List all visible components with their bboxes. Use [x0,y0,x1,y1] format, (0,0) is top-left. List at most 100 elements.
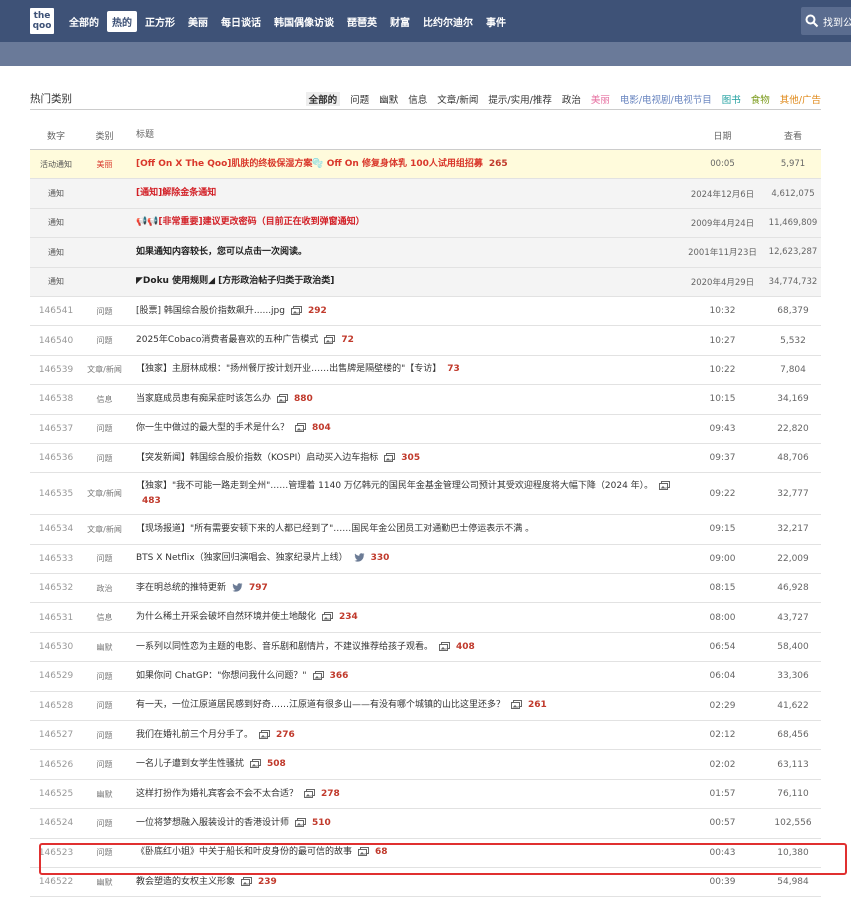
table-row[interactable]: 146524 问题 一位将梦想融入服装设计的香港设计师 510 00:57 102,556 [30,809,821,839]
header-category: 类别 [95,132,114,142]
search-box[interactable]: 找到公 [801,7,851,35]
table-row[interactable]: 146527 问题 我们在婚礼前三个月分手了。 276 02:12 68,456 [30,721,821,751]
comment-count[interactable]: 276 [276,730,295,740]
comment-count[interactable]: 72 [341,335,354,345]
post-views: 76,110 [777,789,809,799]
nav-item[interactable]: 韩国偶像访谈 [269,11,339,32]
nav-item[interactable]: 美丽 [183,11,213,32]
table-row[interactable]: 146526 问题 一名儿子遭到女学生性骚扰 508 02:02 63,113 [30,750,821,780]
post-views: 32,217 [777,524,809,535]
notice-row[interactable]: 通知 📢📢[非常重要]建议更改密码（目前正在收到弹窗通知） 2009年4月24日 11… [30,208,821,239]
comment-count[interactable]: 239 [258,877,277,887]
table-row[interactable]: 146535 文章/新闻 【独家】"我不可能一路走到全州"……管理着 1140 万亿… [30,473,821,516]
nav-item[interactable]: 热的 [107,10,137,32]
category-tab[interactable]: 美丽 [591,92,610,106]
comment-count[interactable]: 880 [294,394,313,404]
post-title-link[interactable]: 2025年Cobaco消费者最喜欢的五种广告模式 [136,335,318,345]
category-tab[interactable]: 图书 [722,92,741,106]
table-row[interactable]: 146540 问题 2025年Cobaco消费者最喜欢的五种广告模式 72 10:27 5… [30,326,821,356]
post-title-link[interactable]: 李在明总统的推特更新 [136,583,226,593]
comment-count[interactable]: 73 [447,364,460,374]
post-number: 146523 [38,847,74,858]
post-title-cell: 教会塑造的女权主义形象 239 [136,868,686,896]
nav-item[interactable]: 正方形 [140,11,180,32]
table-row[interactable]: 146534 文章/新闻 【现场报道】"所有需要安顿下来的人都已经到了"……国民年金… [30,515,821,545]
post-title-link[interactable]: 《卧底红小姐》中关于船长和叶皮身份的最可信的故事 [136,847,352,857]
comment-count[interactable]: 804 [312,423,331,433]
table-row[interactable]: 146529 问题 如果你问 ChatGP："你想问我什么问题？" 366 06:04 3… [30,662,821,692]
comment-count[interactable]: 305 [401,453,420,463]
post-title-link[interactable]: 为什么稀土开采会破坏自然环境并使土地酸化 [136,612,316,622]
notice-row[interactable]: 通知 [通知]解除金条通知 2024年12月6日 4,612,075 [30,179,821,209]
nav-item[interactable]: 比约尔迪尔 [418,11,478,32]
comment-count[interactable]: 292 [308,306,327,316]
category-tab[interactable]: 文章/新闻 [437,92,478,106]
table-row[interactable]: 146537 问题 你一生中做过的最大型的手术是什么？ 804 09:43 22,820 [30,415,821,444]
comment-count[interactable]: 797 [249,583,268,593]
table-row[interactable]: 146531 信息 为什么稀土开采会破坏自然环境并使土地酸化 234 08:00 43,7… [30,603,821,633]
post-title-link[interactable]: 一名儿子遭到女学生性骚扰 [136,759,244,769]
table-row[interactable]: 146528 问题 有一天，一位江原道居民感到好奇……江原道有很多山——有没有哪个城… [30,692,821,722]
post-title-link[interactable]: 【现场报道】"所有需要安顿下来的人都已经到了"……国民年金公团员工对通勤巴士停运… [136,524,534,534]
nav-item[interactable]: 每日谈话 [216,11,266,32]
category-tab[interactable]: 电影/电视剧/电视节目 [620,92,712,106]
table-row[interactable]: 146539 文章/新闻 【独家】主厨林成根："扬州餐厅按计划开业……出售牌是隔壁楼… [30,356,821,386]
post-title-link[interactable]: 当家庭成员患有痴呆症时该怎么办 [136,394,271,404]
notice-row[interactable]: 活动通知 美丽 [Off On X The Qoo]肌肤的终极保湿方案🫧 Off O… [30,150,821,180]
post-title-link[interactable]: [Off On X The Qoo]肌肤的终极保湿方案🫧 Off On 修复身体… [136,157,483,172]
post-title-link[interactable]: 这样打扮作为婚礼宾客会不会不太合适？ [136,789,298,799]
post-title-link[interactable]: 如果你问 ChatGP："你想问我什么问题？" [136,671,307,681]
post-title-link[interactable]: 教会塑造的女权主义形象 [136,877,235,887]
comment-count[interactable]: 408 [456,642,475,652]
notice-row[interactable]: 通知 ◤Doku 使用规则◢ [方形政治帖子归类于政治类] 2020年4月29日 34… [30,267,821,297]
post-title-link[interactable]: [通知]解除金条通知 [136,186,216,201]
table-row[interactable]: 146533 问题 BTS X Netflix（独家回归演唱会、独家纪录片上线） 33… [30,545,821,575]
comment-count[interactable]: 483 [142,496,161,506]
post-title-link[interactable]: BTS X Netflix（独家回归演唱会、独家纪录片上线） [136,553,348,563]
nav-item[interactable]: 琵琶英 [342,11,382,32]
table-row[interactable]: 146532 政治 李在明总统的推特更新 797 08:15 46,928 [30,574,821,604]
post-title-link[interactable]: [股票] 韩国综合股价指数飙升......jpg [136,306,285,316]
post-title-link[interactable]: 一系列以同性恋为主题的电影、音乐剧和剧情片，不建议推荐给孩子观看。 [136,642,433,652]
notice-row[interactable]: 通知 如果通知内容较长，您可以点击一次阅读。 2001年11月23日 12,623,2… [30,238,821,268]
comment-count[interactable]: 366 [330,671,349,681]
category-tab[interactable]: 政治 [562,92,581,106]
table-row[interactable]: 146522 幽默 教会塑造的女权主义形象 239 00:39 54,984 [30,868,821,898]
category-tab[interactable]: 幽默 [379,92,398,106]
comment-count[interactable]: 330 [371,553,390,563]
nav-item[interactable]: 全部的 [64,11,104,32]
comment-count[interactable]: 68 [375,847,388,857]
site-logo[interactable]: the qoo [30,8,54,34]
post-title-link[interactable]: 你一生中做过的最大型的手术是什么？ [136,423,289,433]
comment-count[interactable]: 508 [267,759,286,769]
table-row[interactable]: 146530 幽默 一系列以同性恋为主题的电影、音乐剧和剧情片，不建议推荐给孩子观看… [30,633,821,663]
post-title-link[interactable]: 📢📢[非常重要]建议更改密码（目前正在收到弹窗通知） [136,215,365,230]
nav-item[interactable]: 事件 [481,11,511,32]
post-title-link[interactable]: 有一天，一位江原道居民感到好奇……江原道有很多山——有没有哪个城镇的山比这里还多… [136,700,505,710]
table-row[interactable]: 146541 问题 [股票] 韩国综合股价指数飙升......jpg 292 10:32… [30,297,821,327]
category-tab[interactable]: 全部的 [305,92,341,106]
post-title-link[interactable]: 【独家】主厨林成根："扬州餐厅按计划开业……出售牌是隔壁楼的"【专访】 [136,364,441,374]
table-row[interactable]: 146538 信息 当家庭成员患有痴呆症时该怎么办 880 10:15 34,169 [30,385,821,415]
nav-item[interactable]: 财富 [385,11,415,32]
post-table: 数字 类别 标题 日期 查看 活动通知 美丽 [Off On X The Qoo]肌… [30,122,821,898]
post-title-link[interactable]: 【突发新闻】韩国综合股价指数（KOSPI）启动买入边车指标 [136,453,378,463]
comment-count[interactable]: 265 [489,157,508,172]
comment-count[interactable]: 261 [528,700,547,710]
category-tab[interactable]: 问题 [350,92,369,106]
post-title-link[interactable]: 如果通知内容较长，您可以点击一次阅读。 [136,245,307,260]
comment-count[interactable]: 278 [321,789,340,799]
category-tab[interactable]: 食物 [751,92,770,106]
post-title-link[interactable]: 一位将梦想融入服装设计的香港设计师 [136,818,289,828]
table-row[interactable]: 146536 问题 【突发新闻】韩国综合股价指数（KOSPI）启动买入边车指标 305… [30,444,821,474]
post-title-link[interactable]: 我们在婚礼前三个月分手了。 [136,730,253,740]
category-tab[interactable]: 其他/广告 [780,92,821,106]
category-tab[interactable]: 提示/实用/推荐 [488,92,551,106]
table-row[interactable]: 146525 幽默 这样打扮作为婚礼宾客会不会不太合适？ 278 01:57 76,110 [30,780,821,810]
post-title-link[interactable]: ◤Doku 使用规则◢ [方形政治帖子归类于政治类] [136,274,334,289]
comment-count[interactable]: 510 [312,818,331,828]
post-title-link[interactable]: 【独家】"我不可能一路走到全州"……管理着 1140 万亿韩元的国民年金基金管理… [136,481,653,491]
comment-count[interactable]: 234 [339,612,358,622]
category-tab[interactable]: 信息 [408,92,427,106]
table-row[interactable]: 146523 问题 《卧底红小姐》中关于船长和叶皮身份的最可信的故事 68 00:43 1… [30,839,821,868]
